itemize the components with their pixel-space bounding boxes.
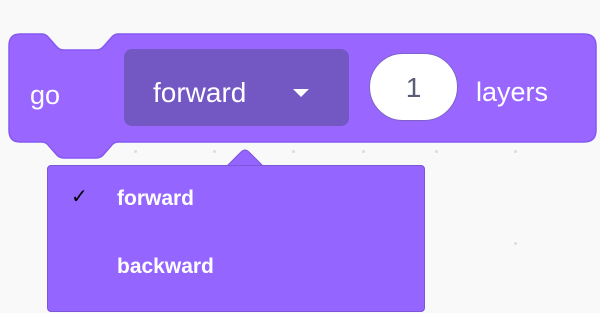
direction-dropdown-menu: ✓ forward backward <box>47 165 425 312</box>
dropdown-value: forward <box>153 77 247 108</box>
menu-item-forward[interactable]: ✓ forward <box>56 168 416 220</box>
checkmark-icon: ✓ <box>71 186 88 208</box>
menu-item-label: forward <box>117 187 195 210</box>
layers-number-input[interactable]: 1 <box>369 53 458 121</box>
number-value: 1 <box>405 72 422 103</box>
workspace: go forward 1 layers ✓ forward backward <box>0 0 600 313</box>
block-label-go: go <box>30 80 61 110</box>
block-label-layers: layers <box>476 77 549 107</box>
menu-item-label: backward <box>117 255 214 278</box>
grid-dot <box>514 242 517 245</box>
caret-down-icon <box>293 89 309 97</box>
layer-direction-dropdown[interactable]: forward <box>124 49 349 126</box>
menu-item-backward[interactable]: backward <box>56 236 416 288</box>
